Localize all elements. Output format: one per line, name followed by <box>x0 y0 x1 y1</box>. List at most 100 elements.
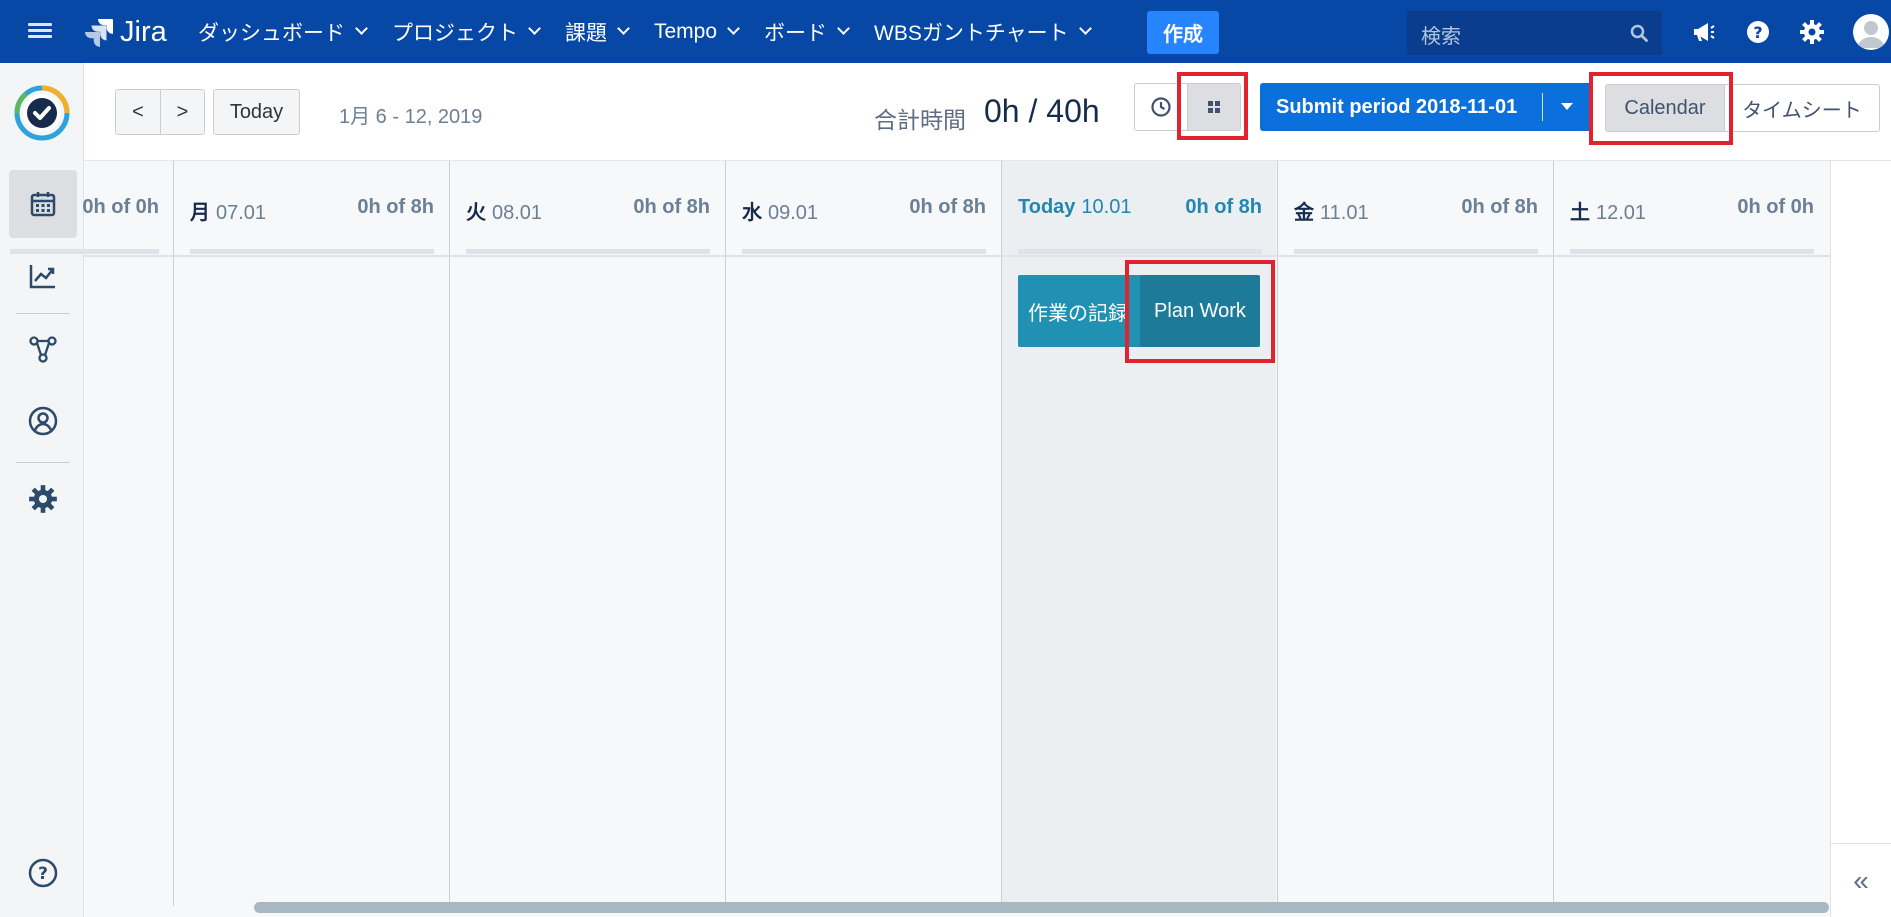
chevron-down-icon <box>727 22 740 35</box>
day-hours: 0h of 8h <box>357 196 434 218</box>
day-header: Today 10.01 0h of 8h <box>1002 161 1276 257</box>
grid-view-button[interactable] <box>1187 83 1241 131</box>
total-time-value: 0h / 40h <box>984 93 1100 129</box>
create-button[interactable]: 作成 <box>1147 11 1219 54</box>
nav-item-dashboard[interactable]: ダッシュボード <box>198 17 368 47</box>
hamburger-icon[interactable] <box>28 20 52 42</box>
day-progress-bar <box>1294 249 1538 254</box>
nav-item-wbs-gantt[interactable]: WBSガントチャート <box>874 17 1092 47</box>
double-chevron-left-icon: « <box>1853 864 1869 896</box>
today-button[interactable]: Today <box>213 89 300 135</box>
caret-down-icon[interactable] <box>1561 103 1573 110</box>
nav-item-boards[interactable]: ボード <box>764 17 850 47</box>
nav-item-label: 課題 <box>565 21 607 45</box>
day-column-today[interactable]: Today 10.01 0h of 8h <box>1001 161 1276 906</box>
jira-logo[interactable]: Jira <box>84 14 167 50</box>
top-navigation: Jira ダッシュボード プロジェクト 課題 Tempo ボード WBSガントチ… <box>0 0 1891 63</box>
day-date: 09.01 <box>768 202 819 224</box>
grid-icon <box>1208 101 1220 113</box>
date-range: 1月 6 - 12, 2019 <box>339 106 483 128</box>
day-hours: 0h of 8h <box>1461 196 1538 218</box>
day-header: 水 09.01 0h of 8h <box>726 161 1000 257</box>
day-label: Today 10.01 <box>1018 196 1131 219</box>
day-header: 火 08.01 0h of 8h <box>450 161 724 257</box>
day-progress-bar <box>1018 249 1262 254</box>
day-name: 水 <box>742 202 762 224</box>
logo-text: Jira <box>120 15 167 48</box>
collapse-panel-button[interactable]: « <box>1830 843 1891 917</box>
day-progress-bar <box>742 249 986 254</box>
next-week-button[interactable]: > <box>160 89 205 135</box>
day-name: 金 <box>1294 202 1314 224</box>
day-column-sat[interactable]: 土 12.01 0h of 0h <box>1553 161 1828 906</box>
horizontal-scrollbar[interactable] <box>254 902 1829 913</box>
day-column-tue[interactable]: 火 08.01 0h of 8h <box>449 161 724 906</box>
day-progress-bar <box>190 249 434 254</box>
day-column-mon[interactable]: 月 07.01 0h of 8h <box>173 161 448 906</box>
day-column-partial: 0h of 0h <box>0 161 173 906</box>
user-avatar-icon <box>1857 21 1885 48</box>
calendar-grid: 0h of 0h 月 07.01 0h of 8h 火 08.01 0h of 8h… <box>10 161 1830 917</box>
search-icon[interactable] <box>1630 24 1648 42</box>
avatar[interactable] <box>1853 14 1889 50</box>
day-name: 火 <box>466 202 486 224</box>
submit-period-label: Submit period 2018-11-01 <box>1276 95 1518 118</box>
day-column-fri[interactable]: 金 11.01 0h of 8h <box>1277 161 1552 906</box>
day-hours: 0h of 0h <box>82 196 159 218</box>
day-column-wed[interactable]: 水 09.01 0h of 8h <box>725 161 1000 906</box>
day-date: 10.01 <box>1081 196 1132 218</box>
nav-item-label: プロジェクト <box>392 21 518 45</box>
jira-logo-icon <box>85 19 113 47</box>
chevron-down-icon <box>528 22 541 35</box>
previous-week-button[interactable]: < <box>115 89 161 135</box>
day-header: 0h of 0h <box>0 161 173 257</box>
clock-icon <box>1151 97 1171 117</box>
time-view-button[interactable] <box>1134 83 1188 131</box>
day-date: 12.01 <box>1596 202 1647 224</box>
nav-item-tempo[interactable]: Tempo <box>654 19 740 44</box>
nav-item-label: ボード <box>764 21 828 45</box>
total-time-label: 合計時間 <box>874 107 966 133</box>
day-label: 火 08.01 <box>466 196 542 225</box>
chevron-down-icon <box>837 22 850 35</box>
day-label: 水 09.01 <box>742 196 818 225</box>
nav-item-projects[interactable]: プロジェクト <box>392 17 541 47</box>
calendar-view-tab[interactable]: Calendar <box>1605 84 1725 132</box>
nav-item-label: Tempo <box>654 19 718 43</box>
search-input[interactable]: 検索 <box>1407 11 1662 55</box>
timesheet-view-tab[interactable]: タイムシート <box>1724 84 1880 132</box>
plan-work-button[interactable]: Plan Work <box>1140 275 1260 347</box>
nav-item-issues[interactable]: 課題 <box>565 17 630 47</box>
chevron-down-icon <box>1078 22 1092 35</box>
chevron-down-icon <box>355 22 368 35</box>
tempo-logo-icon[interactable] <box>14 85 70 141</box>
right-panel-edge <box>1830 161 1891 917</box>
submit-divider <box>1542 93 1543 121</box>
day-date: 11.01 <box>1320 202 1369 224</box>
day-label: 土 12.01 <box>1570 196 1646 225</box>
nav-item-label: ダッシュボード <box>198 21 345 45</box>
day-progress-bar <box>1570 249 1814 254</box>
day-hours: 0h of 8h <box>1185 196 1262 218</box>
day-hours: 0h of 8h <box>909 196 986 218</box>
day-name: Today <box>1018 196 1076 218</box>
submit-period-button[interactable]: Submit period 2018-11-01 <box>1260 83 1592 131</box>
svg-text:?: ? <box>1753 23 1762 42</box>
day-hours: 0h of 8h <box>633 196 710 218</box>
gear-icon[interactable] <box>1799 19 1825 45</box>
day-header: 月 07.01 0h of 8h <box>174 161 448 257</box>
day-name: 月 <box>190 202 210 224</box>
megaphone-icon[interactable] <box>1690 19 1716 45</box>
day-progress-bar <box>466 249 710 254</box>
nav-item-label: WBSガントチャート <box>874 21 1069 45</box>
chevron-down-icon <box>617 22 630 35</box>
help-icon[interactable]: ? <box>1745 19 1771 45</box>
day-label: 金 11.01 <box>1294 196 1369 225</box>
day-label: 月 07.01 <box>190 196 266 225</box>
day-header: 土 12.01 0h of 0h <box>1554 161 1828 257</box>
day-date: 07.01 <box>216 202 267 224</box>
day-name: 土 <box>1570 202 1590 224</box>
header-divider <box>84 255 1830 257</box>
log-work-button[interactable]: 作業の記録 <box>1018 275 1143 347</box>
search-placeholder: 検索 <box>1421 26 1461 48</box>
